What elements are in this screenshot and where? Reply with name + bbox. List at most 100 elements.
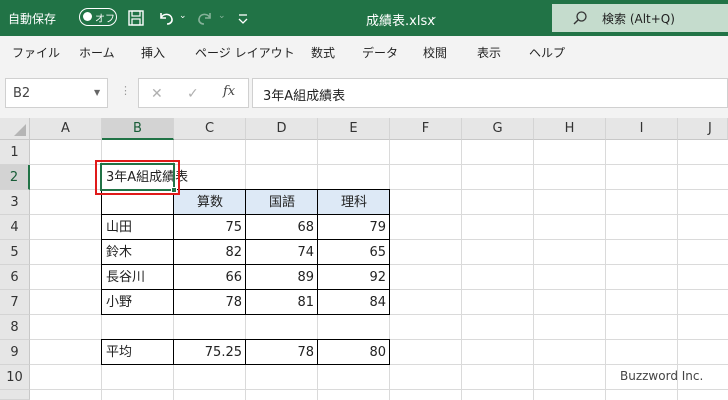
tab-insert[interactable]: 挿入: [141, 44, 165, 61]
table-border: [173, 339, 174, 365]
table-border: [101, 189, 102, 315]
row-header-6[interactable]: 6: [0, 265, 30, 290]
row-header-2[interactable]: 2: [0, 165, 30, 190]
row-header-3[interactable]: 3: [0, 190, 30, 215]
formula-buttons: ✕ ✓ fx: [138, 78, 249, 108]
cell-score[interactable]: 84: [318, 290, 390, 315]
column-header-g[interactable]: G: [462, 118, 534, 140]
worksheet-grid[interactable]: A B C D E F G H I J 1 2 3 4 5 6 7 8 9 10…: [0, 118, 728, 400]
tab-view[interactable]: 表示: [477, 44, 501, 61]
column-header-d[interactable]: D: [246, 118, 318, 140]
title-bar: 自動保存 オフ ⌄ ⌄ 成績表.xlsx ⌄ 検索 (Alt+Q): [0, 0, 728, 36]
save-icon[interactable]: [127, 9, 145, 27]
cell-student-name[interactable]: 山田: [102, 215, 174, 240]
row-header-4[interactable]: 4: [0, 215, 30, 240]
row-header-5[interactable]: 5: [0, 240, 30, 265]
select-all-icon: [14, 124, 26, 136]
cell-student-name[interactable]: 長谷川: [102, 265, 174, 290]
column-header-f[interactable]: F: [390, 118, 462, 140]
cell-score[interactable]: 81: [246, 290, 318, 315]
cell-score[interactable]: 75: [174, 215, 246, 240]
tab-help[interactable]: ヘルプ: [529, 44, 565, 61]
name-box[interactable]: B2 ▼: [5, 78, 108, 108]
gridline: [461, 140, 462, 400]
cell-student-name[interactable]: 鈴木: [102, 240, 174, 265]
cell-e3-header[interactable]: 理科: [318, 190, 390, 215]
cell-score[interactable]: 92: [318, 265, 390, 290]
row-header-7[interactable]: 7: [0, 290, 30, 315]
cell-student-name[interactable]: 小野: [102, 290, 174, 315]
column-header-j[interactable]: J: [678, 118, 728, 140]
redo-dropdown-icon[interactable]: ⌄: [218, 11, 226, 21]
autosave-label: 自動保存: [8, 12, 57, 26]
table-border: [245, 189, 246, 315]
gridline: [677, 140, 678, 400]
gridline: [605, 140, 606, 400]
gridline: [30, 389, 728, 390]
cell-average[interactable]: 75.25: [174, 340, 246, 365]
table-border: [245, 339, 246, 365]
cell-score[interactable]: 78: [174, 290, 246, 315]
row-header-1[interactable]: 1: [0, 140, 30, 165]
undo-icon[interactable]: [157, 9, 175, 27]
column-header-h[interactable]: H: [534, 118, 606, 140]
cell-score[interactable]: 68: [246, 215, 318, 240]
cell-score[interactable]: 66: [174, 265, 246, 290]
cancel-icon[interactable]: ✕: [151, 86, 163, 102]
document-title[interactable]: 成績表.xlsx: [366, 10, 435, 29]
row-header-9[interactable]: 9: [0, 340, 30, 365]
row-header-10[interactable]: 10: [0, 365, 30, 390]
column-header-a[interactable]: A: [30, 118, 102, 140]
ribbon-tabs: ファイル ホーム 挿入 ページ レイアウト 数式 データ 校閲 表示 ヘルプ: [0, 36, 728, 68]
table-border: [173, 189, 390, 190]
autosave-state: オフ: [95, 14, 115, 25]
formula-value: 3年A組成績表: [263, 89, 346, 104]
tab-formulas[interactable]: 数式: [311, 44, 335, 61]
table-border: [389, 339, 390, 365]
autosave-toggle[interactable]: オフ: [79, 8, 117, 26]
gridline: [533, 140, 534, 400]
cell-score[interactable]: 74: [246, 240, 318, 265]
formula-input[interactable]: 3年A組成績表: [252, 78, 728, 108]
column-header-i[interactable]: I: [606, 118, 678, 140]
column-header-c[interactable]: C: [174, 118, 246, 140]
redo-icon[interactable]: [196, 9, 214, 27]
cell-c3-header[interactable]: 算数: [174, 190, 246, 215]
chevron-down-icon[interactable]: ⌄: [430, 12, 438, 22]
formula-bar: B2 ▼ ⋮ ✕ ✓ fx 3年A組成績表: [0, 68, 728, 118]
more-options-icon[interactable]: ⋮: [120, 84, 131, 97]
customize-qat-icon[interactable]: [234, 9, 252, 27]
toggle-knob: [83, 12, 92, 21]
tab-data[interactable]: データ: [362, 44, 398, 61]
name-box-dropdown-icon[interactable]: ▼: [94, 88, 100, 97]
watermark: Buzzword Inc.: [620, 369, 704, 383]
search-placeholder: 検索 (Alt+Q): [602, 12, 675, 26]
cell-average[interactable]: 78: [246, 340, 318, 365]
column-header-e[interactable]: E: [318, 118, 390, 140]
search-box[interactable]: 検索 (Alt+Q): [552, 4, 728, 32]
table-border: [317, 189, 318, 315]
insert-function-icon[interactable]: fx: [223, 84, 235, 99]
cell-score[interactable]: 79: [318, 215, 390, 240]
tab-page-layout[interactable]: ページ レイアウト: [195, 44, 295, 61]
table-border: [101, 339, 102, 365]
check-icon[interactable]: ✓: [187, 86, 199, 102]
column-header-b[interactable]: B: [102, 118, 174, 140]
select-all-button[interactable]: [0, 118, 30, 140]
cell-average[interactable]: 80: [318, 340, 390, 365]
cell-score[interactable]: 82: [174, 240, 246, 265]
cell-score[interactable]: 89: [246, 265, 318, 290]
row-header-11[interactable]: [0, 390, 30, 400]
cell-average-label[interactable]: 平均: [102, 340, 174, 365]
row-header-8[interactable]: 8: [0, 315, 30, 340]
name-box-value: B2: [13, 86, 31, 101]
search-icon: [573, 11, 587, 25]
tab-file[interactable]: ファイル: [12, 44, 60, 61]
cell-score[interactable]: 65: [318, 240, 390, 265]
tab-home[interactable]: ホーム: [79, 44, 115, 61]
cell-d3-header[interactable]: 国語: [246, 190, 318, 215]
tab-review[interactable]: 校閲: [423, 44, 447, 61]
undo-dropdown-icon[interactable]: ⌄: [179, 11, 187, 21]
table-border: [317, 339, 318, 365]
table-border: [173, 189, 174, 315]
